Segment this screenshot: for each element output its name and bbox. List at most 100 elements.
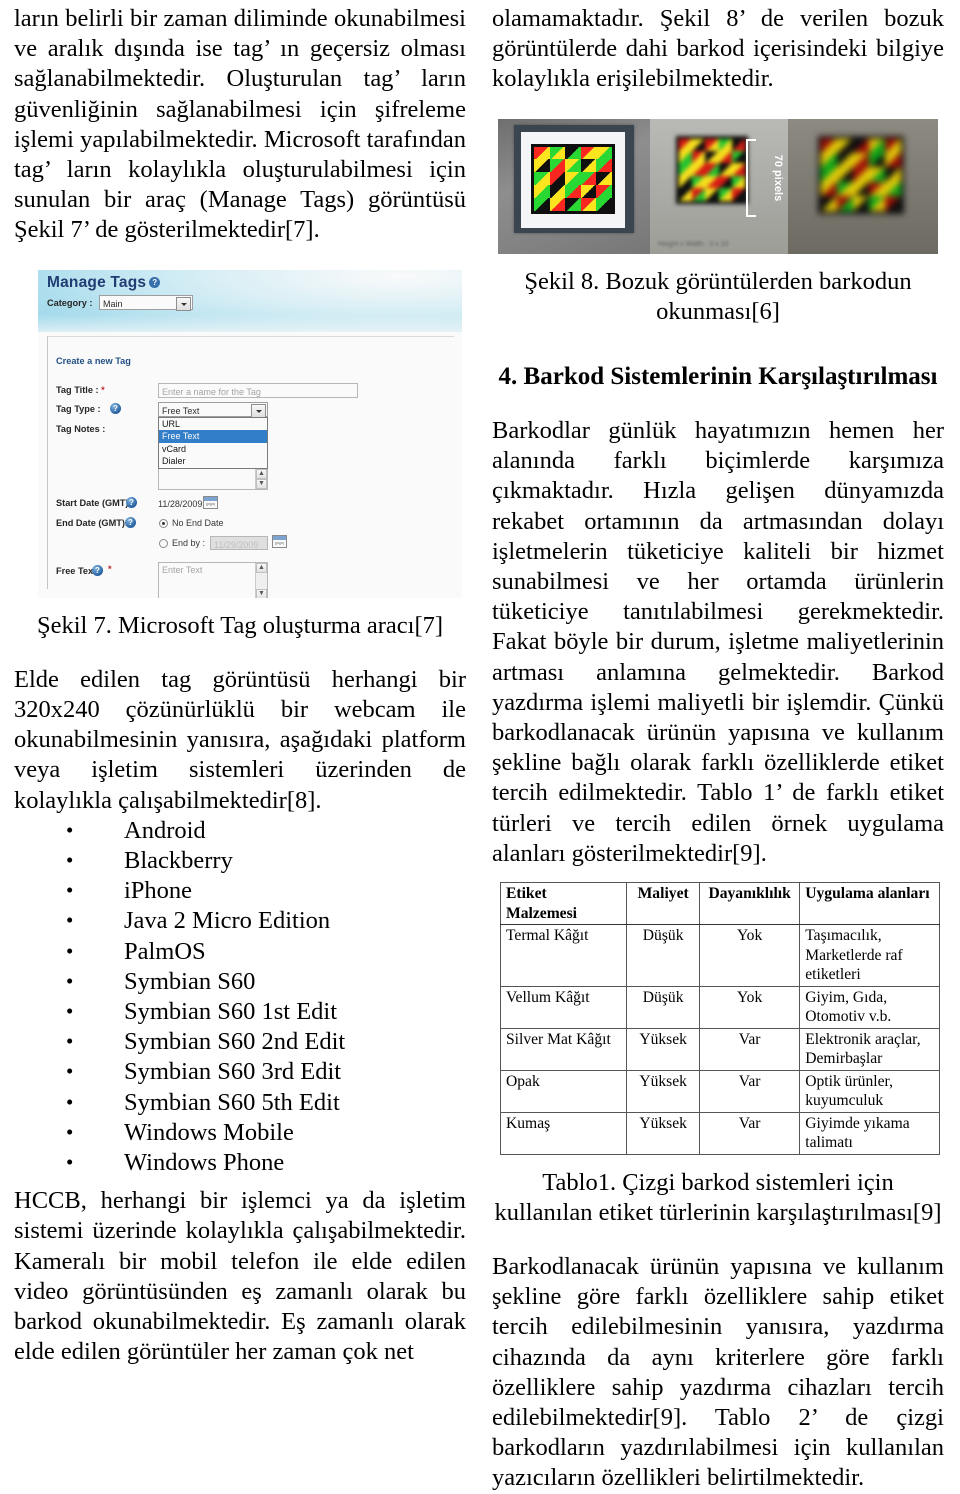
figure7-manage-tags-screenshot: Manage Tags? Category : Main Create a ne… (38, 269, 462, 598)
table-header-cell-applications: Uygulama alanları (799, 882, 940, 926)
scroll-up-icon[interactable]: ▲ (256, 562, 267, 573)
tag-title-required-mark: * (101, 384, 105, 395)
list-item: Symbian S60 3rd Edit (14, 1056, 466, 1087)
table-cell-cost: Düşük (626, 985, 701, 1029)
table1-label-materials: Etiket Malzemesi Maliyet Dayanıklılık Uy… (499, 882, 940, 1155)
tag-title-label: Tag Title : * (56, 385, 105, 395)
start-date-label: Start Date (GMT): (56, 497, 132, 508)
table-cell-applications: Taşımacılık, Marketlerde raf etiketleri (799, 924, 940, 987)
table-cell-durability: Yok (699, 985, 801, 1029)
section-heading: 4. Barkod Sistemlerinin Karşılaştırılmas… (498, 363, 938, 391)
table-cell-material: Kumaş (499, 1111, 628, 1155)
page-title: Manage Tags? (47, 273, 161, 292)
tag-type-dropdown-list[interactable]: URL Free Text vCard Dialer (158, 416, 268, 469)
list-item: Windows Phone (14, 1147, 466, 1178)
end-by-radio[interactable] (159, 538, 168, 548)
left-paragraph-1: ların belirli bir zaman diliminde okunab… (14, 5, 466, 244)
end-by-date-input[interactable]: 11/29/2009 (210, 535, 268, 550)
table-header-cell-cost: Maliyet (626, 882, 701, 926)
table-row: Opak Yüksek Var Optik ürünler, kuyumculu… (499, 1069, 940, 1113)
scroll-down-icon[interactable]: ▼ (256, 478, 267, 489)
scroll-up-icon[interactable]: ▲ (256, 468, 267, 479)
start-date-help-icon[interactable]: ? (126, 496, 137, 508)
tag-notes-textarea[interactable]: ▲ ▼ (158, 467, 268, 490)
table-cell-cost: Düşük (626, 924, 701, 987)
table-cell-applications: Giyim, Gıda, Otomotiv v.b. (799, 985, 940, 1029)
tag-type-option-vcard[interactable]: vCard (159, 443, 267, 456)
table-row: Silver Mat Kâğıt Yüksek Var Elektronik a… (499, 1027, 940, 1071)
tag-type-help-icon[interactable]: ? (110, 402, 121, 414)
table-cell-applications: Giyimde yıkama talimatı (799, 1111, 940, 1155)
table-header: Etiket Malzemesi Maliyet Dayanıklılık Uy… (499, 882, 940, 926)
end-date-help-icon[interactable]: ? (125, 516, 136, 528)
tag-type-option-free-text[interactable]: Free Text (159, 430, 267, 443)
chevron-down-icon[interactable] (176, 296, 191, 311)
list-item: PalmOS (14, 936, 466, 967)
list-item: Java 2 Micro Edition (14, 905, 466, 936)
no-end-date-radio[interactable] (159, 518, 168, 528)
tag-notes-scrollbar[interactable]: ▲ ▼ (255, 468, 267, 489)
tag-type-option-url[interactable]: URL (159, 418, 267, 431)
tag-type-option-dialer[interactable]: Dialer (159, 455, 267, 468)
category-select[interactable]: Main (99, 294, 193, 311)
figure8-barcode-photos: 70 pixels Height x Width : 3 x 10 (498, 118, 938, 254)
table-cell-durability: Var (699, 1111, 801, 1155)
figure8-caption-line1: Şekil 8. Bozuk görüntülerden barkodun (524, 267, 912, 295)
calendar-icon[interactable] (272, 534, 287, 548)
table-cell-cost: Yüksek (626, 1027, 701, 1071)
table-row: Vellum Kâğıt Düşük Yok Giyim, Gıda, Otom… (499, 985, 940, 1029)
right-paragraph-3: Barkodlanacak ürünün yapısına ve kullanı… (492, 1252, 944, 1492)
right-paragraph-1: olamamaktadır. Şekil 8’ de verilen bozuk… (492, 5, 944, 93)
tag-title-input[interactable]: Enter a name for the Tag (158, 382, 358, 398)
left-paragraph-3: HCCB, herhangi bir işlemci ya da işletim… (14, 1187, 466, 1366)
table-cell-material: Termal Kâğıt (499, 924, 628, 987)
table-cell-cost: Yüksek (626, 1111, 701, 1155)
chevron-down-icon[interactable] (251, 403, 266, 418)
platform-list: Android Blackberry iPhone Java 2 Micro E… (14, 815, 466, 1178)
table-cell-applications: Elektronik araçlar, Demirbaşlar (799, 1027, 940, 1071)
table-row: Kumaş Yüksek Var Giyimde yıkama talimatı (499, 1111, 940, 1155)
table-header-cell-durability: Dayanıklılık (699, 882, 801, 926)
help-icon[interactable]: ? (149, 276, 161, 288)
list-item: Android (14, 815, 466, 846)
table-cell-durability: Var (699, 1069, 801, 1113)
scroll-down-icon[interactable]: ▼ (256, 588, 267, 598)
table-cell-durability: Var (699, 1027, 801, 1071)
right-paragraph-2: Barkodlar günlük hayatımızın hemen her a… (492, 417, 944, 867)
tag-type-select-value: Free Text (162, 405, 200, 416)
list-item: iPhone (14, 875, 466, 906)
create-new-tag-link[interactable]: Create a new Tag (56, 356, 131, 366)
table-row: Termal Kâğıt Düşük Yok Taşımacılık, Mark… (499, 924, 940, 987)
free-text-placeholder: Enter Text (162, 564, 203, 575)
pixel-measurement-annotation: 70 pixels (746, 138, 784, 217)
tag-title-placeholder: Enter a name for the Tag (162, 386, 261, 397)
category-label: Category : (47, 297, 93, 308)
list-item: Symbian S60 5th Edit (14, 1087, 466, 1118)
list-item: Symbian S60 2nd Edit (14, 1026, 466, 1057)
figure7-caption: Şekil 7. Microsoft Tag oluşturma aracı[7… (36, 611, 444, 639)
table1-caption-line2: kullanılan etiket türlerinin karşılaştır… (494, 1198, 942, 1226)
tag-notes-label: Tag Notes : (56, 423, 106, 434)
monitor-display (514, 124, 634, 233)
left-paragraph-2: Elde edilen tag görüntüsü herhangi bir 3… (14, 665, 466, 814)
free-text-scrollbar[interactable]: ▲ ▼ (255, 562, 267, 598)
tag-type-select[interactable]: Free Text (158, 401, 268, 418)
hccb-barcode-sharp (531, 143, 615, 214)
page-title-text: Manage Tags (47, 273, 147, 291)
left-column: ların belirli bir zaman diliminde okunab… (14, 4, 466, 1416)
photo-heavily-blurred-barcode (788, 118, 938, 254)
table-cell-material: Silver Mat Kâğıt (499, 1027, 628, 1071)
calendar-icon[interactable] (203, 495, 218, 509)
start-date-value: 11/28/2009 (158, 498, 203, 509)
table-header-cell-material: Etiket Malzemesi (499, 882, 628, 926)
list-item: Symbian S60 (14, 966, 466, 997)
table-cell-material: Opak (499, 1069, 628, 1113)
free-text-textarea[interactable]: Enter Text ▲ ▼ (158, 561, 268, 598)
free-text-help-icon[interactable]: ? (92, 564, 103, 576)
document-page: ların belirli bir zaman diliminde okunab… (0, 0, 960, 1491)
